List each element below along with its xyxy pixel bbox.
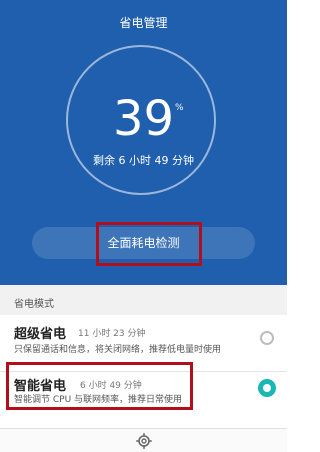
- remaining-time: 剩余 6 小时 49 分钟: [93, 154, 194, 167]
- section-label: 省电模式: [14, 299, 54, 310]
- mode-time-smart: 6 小时 49 分钟: [80, 381, 142, 391]
- mode-title-super: 超级省电: [14, 327, 67, 342]
- mode-time-super: 11 小时 23 分钟: [78, 329, 146, 339]
- percent-sign: %: [175, 103, 184, 113]
- mode-desc-smart: 智能调节 CPU 与联网频率，推荐日常使用: [14, 395, 183, 405]
- gear-icon[interactable]: [136, 433, 152, 449]
- mode-desc-super: 只保留通话和信息，将关闭网络，推荐低电量时使用: [14, 345, 222, 355]
- battery-percent: 39: [112, 91, 175, 147]
- full-check-button[interactable]: 全面耗电检测: [32, 227, 255, 259]
- radio-super[interactable]: [260, 331, 274, 345]
- page-title: 省电管理: [119, 16, 168, 30]
- radio-smart-selected[interactable]: [258, 379, 276, 397]
